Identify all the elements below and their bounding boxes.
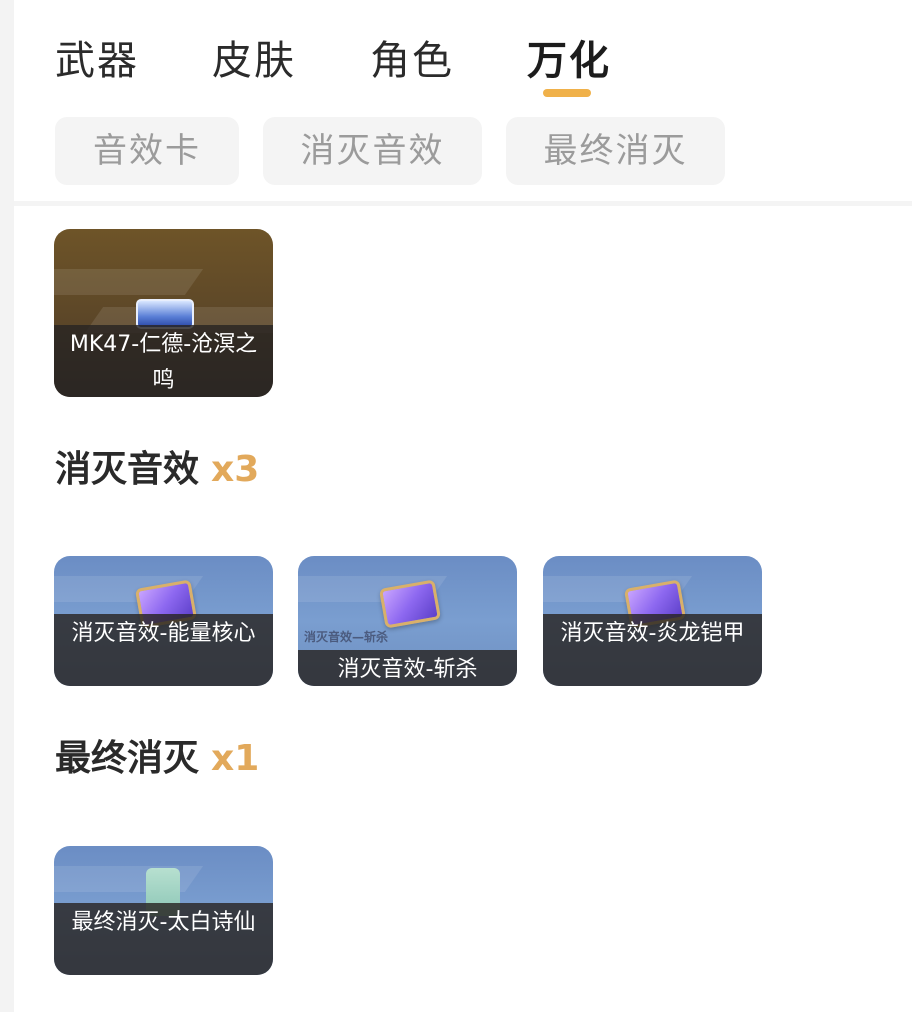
item-card-flame-dragon-armor[interactable]: 消灭音效-炎龙铠甲	[543, 556, 762, 686]
section-count: x3	[211, 449, 260, 490]
card-caption: 最终消灭-太白诗仙	[54, 903, 273, 975]
section-title-text: 最终消灭	[55, 738, 200, 779]
section-title-final-elimination: 最终消灭 x1	[55, 737, 259, 781]
active-tab-indicator	[543, 89, 591, 97]
item-card-slash[interactable]: 消灭音效—斩杀 消灭音效-斩杀	[298, 556, 517, 686]
category-tabs: 武器 皮肤 角色 万化	[0, 0, 912, 110]
tab-characters[interactable]: 角色	[370, 36, 454, 86]
item-card-mk47[interactable]: MK47-仁德-沧溟之鸣	[54, 229, 273, 397]
filter-elimination-sound[interactable]: 消灭音效	[263, 117, 482, 185]
tab-skins[interactable]: 皮肤	[212, 36, 296, 86]
card-image-text: 消灭音效—斩杀	[304, 630, 389, 644]
card-caption: 消灭音效-斩杀	[298, 650, 517, 686]
card-caption: 消灭音效-能量核心	[54, 614, 273, 686]
filter-sound-card[interactable]: 音效卡	[55, 117, 239, 185]
section-divider	[14, 201, 912, 206]
tab-wanhua[interactable]: 万化	[527, 36, 611, 86]
card-decoration	[54, 269, 204, 295]
card-caption: MK47-仁德-沧溟之鸣	[54, 325, 273, 397]
left-edge-strip	[0, 0, 14, 1012]
card-decoration	[54, 866, 204, 892]
tab-weapons[interactable]: 武器	[55, 36, 139, 86]
card-caption: 消灭音效-炎龙铠甲	[543, 614, 762, 686]
section-count: x1	[211, 738, 260, 779]
page: 武器 皮肤 角色 万化 音效卡 消灭音效 最终消灭 MK47-仁德-沧溟之鸣 消…	[0, 0, 912, 1012]
filter-final-elimination[interactable]: 最终消灭	[506, 117, 725, 185]
item-card-energy-core[interactable]: 消灭音效-能量核心	[54, 556, 273, 686]
section-title-text: 消灭音效	[55, 449, 200, 490]
item-card-taibai-poet[interactable]: 最终消灭-太白诗仙	[54, 846, 273, 975]
section-title-elimination-sound: 消灭音效 x3	[55, 448, 259, 492]
